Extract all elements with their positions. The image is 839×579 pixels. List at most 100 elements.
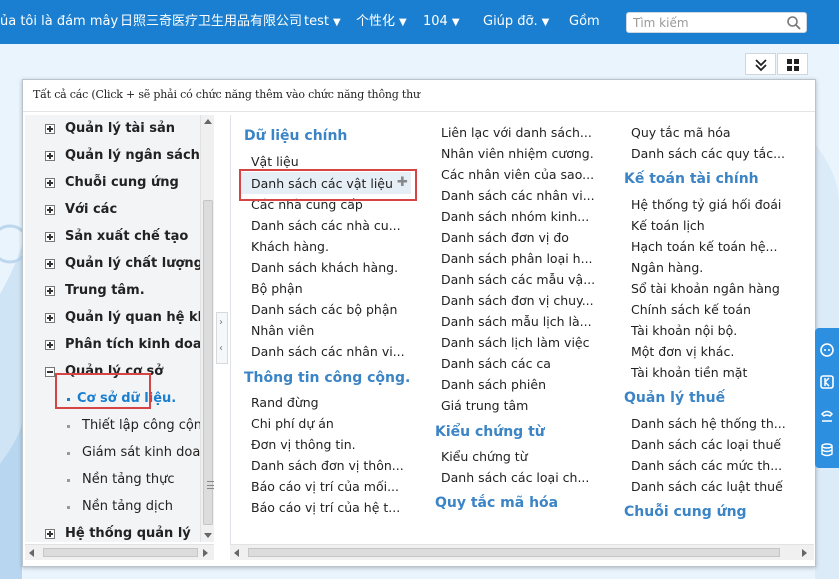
chat-bot-icon[interactable] bbox=[819, 342, 835, 358]
menu-link[interactable]: Danh sách các quy tắc... bbox=[631, 146, 785, 161]
expand-plus-icon[interactable] bbox=[45, 232, 55, 242]
menu-link[interactable]: Giá trung tâm bbox=[441, 398, 528, 413]
phone-icon[interactable] bbox=[819, 408, 835, 424]
menu-link[interactable]: Danh sách phiên bbox=[441, 377, 546, 392]
scroll-left-icon[interactable] bbox=[29, 549, 34, 557]
bullet-icon bbox=[67, 506, 70, 509]
menu-link[interactable]: Ngân hàng. bbox=[631, 260, 703, 275]
menu-link[interactable]: Báo cáo vị trí của hệ t... bbox=[251, 500, 400, 515]
menu-link[interactable]: Chi phí dự án bbox=[251, 416, 334, 431]
hint-text: Tất cả các (Click + sẽ phải có chức năng… bbox=[33, 88, 420, 101]
menu-link[interactable]: Danh sách các nhân vi... bbox=[251, 344, 405, 359]
menu-link[interactable]: Danh sách các loại ch... bbox=[441, 470, 589, 485]
expand-plus-icon[interactable] bbox=[45, 340, 55, 350]
menu-link[interactable]: Danh sách nhóm kinh... bbox=[441, 209, 589, 224]
menu-link[interactable]: Danh sách các loại thuế bbox=[631, 437, 781, 452]
scroll-right-icon[interactable] bbox=[203, 549, 208, 557]
menu-link[interactable]: Danh sách các mức th... bbox=[631, 458, 782, 473]
nav-item-company[interactable]: 日照三奇医疗卫生用品有限公司 bbox=[120, 0, 302, 44]
nav-item-104[interactable]: 104 ▼ bbox=[423, 0, 460, 44]
database-icon[interactable] bbox=[819, 442, 835, 458]
section-heading: Quản lý thuế bbox=[624, 390, 726, 406]
expand-plus-icon[interactable] bbox=[45, 124, 55, 134]
menu-link[interactable]: Kiểu chứng từ bbox=[441, 449, 528, 464]
bullet-icon bbox=[67, 479, 70, 482]
scroll-left-icon[interactable] bbox=[234, 549, 239, 557]
scroll-right-icon[interactable] bbox=[802, 549, 807, 557]
menu-link[interactable]: Rand đừng bbox=[251, 395, 319, 410]
nav-item-cloud[interactable]: ủa tôi là đám mây bbox=[0, 0, 118, 44]
caret-down-icon: ▼ bbox=[332, 17, 341, 28]
caret-down-icon: ▼ bbox=[451, 17, 460, 28]
menu-link[interactable]: Hệ thống tỷ giá hối đoái bbox=[631, 197, 781, 212]
menu-link[interactable]: Danh sách đơn vị chuy... bbox=[441, 293, 594, 308]
section-heading: Dữ liệu chính bbox=[244, 128, 348, 144]
menu-link[interactable]: Danh sách đơn vị thôn... bbox=[251, 458, 404, 473]
expand-plus-icon[interactable] bbox=[45, 151, 55, 161]
menu-link[interactable]: Danh sách các nhân vi... bbox=[441, 188, 595, 203]
expand-plus-icon[interactable] bbox=[45, 259, 55, 269]
menu-link[interactable]: Danh sách các ca bbox=[441, 356, 551, 371]
menu-link[interactable]: Danh sách các nhà cu... bbox=[251, 218, 401, 233]
menu-link[interactable]: Danh sách đơn vị đo bbox=[441, 230, 569, 245]
content-horizontal-scrollbar[interactable] bbox=[230, 544, 814, 560]
collapse-minus-icon[interactable] bbox=[45, 367, 55, 377]
collapse-button[interactable] bbox=[745, 53, 776, 75]
menu-link[interactable]: Nhân viên nhiệm cương. bbox=[441, 146, 594, 161]
keyboard-k-icon[interactable] bbox=[819, 374, 835, 390]
nav-item-test[interactable]: test ▼ bbox=[304, 0, 341, 44]
section-heading: Thông tin công cộng. bbox=[244, 370, 411, 386]
nav-item-include[interactable]: Gồm bbox=[569, 0, 600, 44]
menu-link[interactable]: Danh sách các bộ phận bbox=[251, 302, 397, 317]
scroll-thumb[interactable] bbox=[203, 200, 214, 525]
search-box bbox=[626, 12, 807, 33]
menu-link[interactable]: Danh sách hệ thống th... bbox=[631, 416, 786, 431]
divider bbox=[230, 115, 231, 560]
double-chevron-down-icon bbox=[755, 59, 767, 72]
menu-link[interactable]: Danh sách lịch làm việc bbox=[441, 335, 589, 350]
scroll-up-icon[interactable] bbox=[204, 119, 212, 124]
panel-collapse-handle[interactable]: › ‹ bbox=[216, 312, 228, 364]
divider bbox=[23, 111, 815, 112]
expand-plus-icon[interactable] bbox=[45, 313, 55, 323]
menu-link[interactable]: Bộ phận bbox=[251, 281, 303, 296]
menu-link[interactable]: Báo cáo vị trí của mối... bbox=[251, 479, 399, 494]
menu-link[interactable]: Sổ tài khoản ngân hàng bbox=[631, 281, 780, 296]
menu-link[interactable]: Khách hàng. bbox=[251, 239, 329, 254]
menu-link[interactable]: Liên lạc với danh sách... bbox=[441, 125, 592, 140]
tree-vertical-scrollbar[interactable] bbox=[200, 115, 214, 542]
expand-plus-icon[interactable] bbox=[45, 286, 55, 296]
expand-plus-icon[interactable] bbox=[45, 178, 55, 188]
menu-link[interactable]: Quy tắc mã hóa bbox=[631, 125, 731, 140]
menu-link[interactable]: Một đơn vị khác. bbox=[631, 344, 734, 359]
menu-link[interactable]: Vật liệu bbox=[251, 154, 299, 169]
scroll-thumb[interactable] bbox=[248, 548, 780, 557]
menu-link[interactable]: Hạch toán kế toán hệ... bbox=[631, 239, 777, 254]
search-input[interactable] bbox=[633, 14, 783, 31]
menu-link[interactable]: Tài khoản tiền mặt bbox=[631, 365, 747, 380]
nav-item-personalize[interactable]: 个性化 ▼ bbox=[356, 0, 407, 44]
menu-link[interactable]: Các nhân viên của sao... bbox=[441, 167, 594, 182]
menu-link[interactable]: Chính sách kế toán bbox=[631, 302, 751, 317]
grid-view-button[interactable] bbox=[777, 53, 808, 75]
section-heading: Kế toán tài chính bbox=[624, 171, 759, 187]
menu-link[interactable]: Kế toán lịch bbox=[631, 218, 705, 233]
expand-plus-icon[interactable] bbox=[45, 205, 55, 215]
menu-link[interactable]: Danh sách khách hàng. bbox=[251, 260, 398, 275]
bullet-icon bbox=[67, 425, 70, 428]
module-tree: Quản lý tài sản Quản lý ngân sách Chuỗi … bbox=[25, 115, 200, 542]
tree-horizontal-scrollbar[interactable] bbox=[25, 544, 214, 560]
menu-link[interactable]: Danh sách các luật thuế bbox=[631, 479, 783, 494]
nav-item-help[interactable]: Giúp đỡ. ▼ bbox=[483, 0, 549, 44]
menu-link[interactable]: Danh sách các mẫu vậ... bbox=[441, 272, 595, 287]
expand-plus-icon[interactable] bbox=[45, 529, 55, 539]
menu-link[interactable]: Danh sách mẫu lịch là... bbox=[441, 314, 592, 329]
scroll-down-icon[interactable] bbox=[204, 533, 212, 538]
caret-down-icon: ▼ bbox=[541, 17, 550, 28]
menu-link[interactable]: Danh sách phân loại h... bbox=[441, 251, 593, 266]
menu-link[interactable]: Đơn vị thông tin. bbox=[251, 437, 356, 452]
scroll-thumb[interactable] bbox=[43, 548, 198, 557]
search-icon[interactable] bbox=[786, 15, 802, 31]
menu-link[interactable]: Tài khoản nội bộ. bbox=[631, 323, 737, 338]
menu-link[interactable]: Nhân viên bbox=[251, 323, 314, 338]
